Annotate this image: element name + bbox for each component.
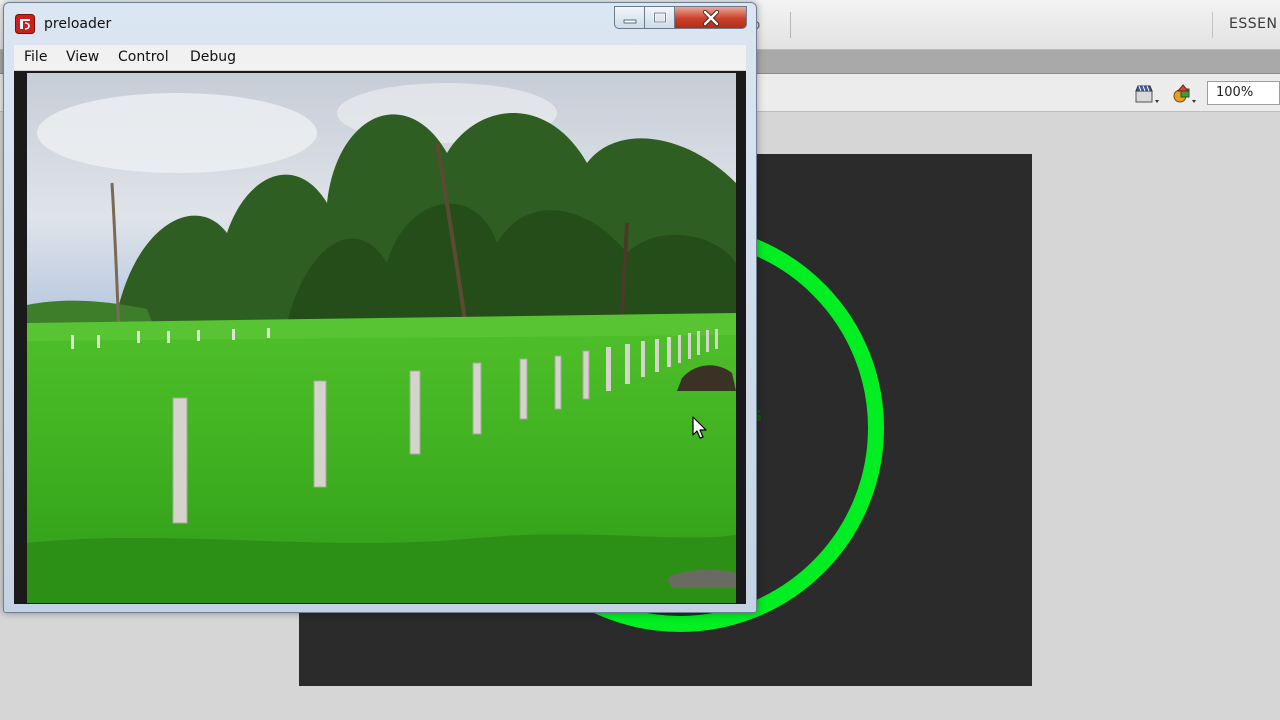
minimize-button[interactable] [614, 6, 645, 29]
maximize-button[interactable] [645, 6, 675, 29]
close-button[interactable] [675, 6, 747, 29]
menu-view[interactable]: View [66, 49, 99, 65]
zoom-field[interactable]: 100% [1207, 81, 1280, 105]
title-bar[interactable]: preloader [4, 3, 756, 43]
window-title: preloader [44, 16, 112, 32]
player-window[interactable]: preloader File View Control Debug [3, 2, 757, 613]
menu-debug[interactable]: Debug [190, 49, 236, 65]
minimize-icon [623, 19, 636, 24]
player-menu-bar: File View Control Debug [14, 45, 746, 71]
flash-player-icon [15, 14, 35, 34]
workspace-switcher[interactable]: ESSEN [1229, 16, 1277, 32]
menu-control[interactable]: Control [118, 49, 169, 65]
menu-file[interactable]: File [24, 49, 47, 65]
workspace-separator [1212, 12, 1213, 38]
landscape-photo [27, 73, 736, 603]
menu-separator [790, 12, 791, 38]
edit-symbols-icon[interactable] [1171, 83, 1197, 105]
player-content-area[interactable] [14, 71, 746, 604]
edit-scene-icon[interactable] [1134, 83, 1160, 105]
close-icon [702, 9, 719, 27]
mouse-cursor-icon [692, 416, 707, 439]
maximize-icon [652, 11, 667, 24]
